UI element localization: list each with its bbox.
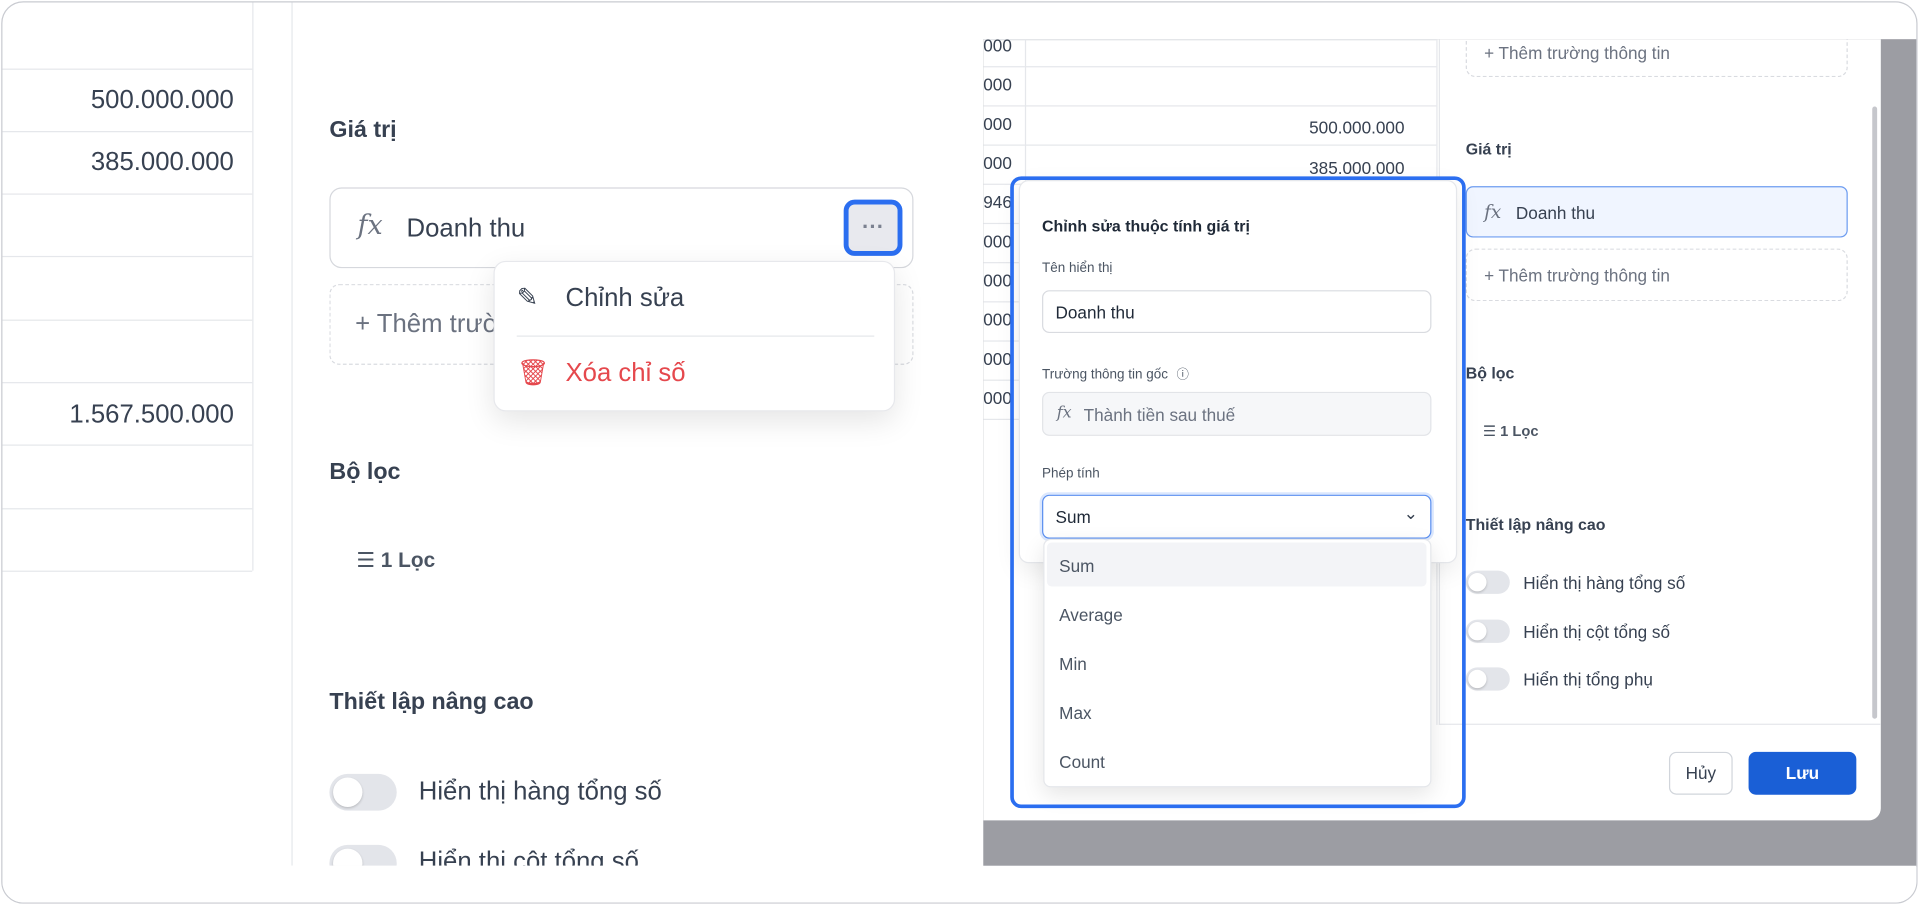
table-cell: 000	[983, 231, 1012, 252]
toggle-total-column[interactable]	[1465, 619, 1510, 643]
add-field-button-top[interactable]: + Thêm trường thông tin	[1465, 39, 1848, 78]
highlight-frame	[1010, 176, 1466, 809]
tutorial-frame: 500.000.000 385.000.000 1.567.500.000 Gi…	[1, 1, 1918, 904]
toggle-total-column-label: Hiển thị cột tổng số	[1523, 622, 1671, 642]
value-field-doanh-thu[interactable]: fx Doanh thu ···	[329, 187, 914, 269]
filter-icon: ☰	[1482, 422, 1497, 440]
table-cell: 000	[983, 388, 1012, 408]
table-cell: 000	[983, 113, 1012, 134]
filter-heading: Bộ lọc	[1465, 363, 1515, 383]
fx-icon: fx	[1484, 200, 1502, 223]
toggle-total-row-label: Hiển thị hàng tổng số	[1523, 573, 1686, 593]
menu-item-delete[interactable]: 🗑 Xóa chỉ số	[517, 359, 686, 388]
table-cell: 500.000.000	[90, 85, 234, 114]
filter-heading: Bộ lọc	[329, 459, 401, 485]
values-heading: Giá trị	[1465, 139, 1512, 158]
pencil-icon: ✎	[516, 284, 539, 313]
cancel-button[interactable]: Hủy	[1668, 751, 1733, 795]
toggle-total-column[interactable]	[329, 844, 397, 866]
trash-icon: 🗑	[516, 358, 550, 387]
toggle-total-row[interactable]	[1465, 570, 1510, 594]
table-cell: 000	[983, 153, 1012, 173]
add-field-button[interactable]: + Thêm trường thông tin	[1465, 248, 1848, 302]
table-cell: 000	[983, 39, 1012, 56]
fx-icon: fx	[357, 210, 383, 242]
save-button[interactable]: Lưu	[1748, 751, 1857, 795]
menu-item-edit[interactable]: ✎ Chỉnh sửa	[517, 283, 685, 314]
toggle-total-row-label: Hiển thị hàng tổng số	[418, 777, 662, 806]
table-cell: 385.000.000	[1309, 157, 1405, 178]
table-cell: 946	[983, 192, 1012, 212]
advanced-heading: Thiết lập nâng cao	[329, 689, 534, 716]
filter-button[interactable]: ☰ 1 Lọc	[1483, 422, 1539, 439]
context-menu: ✎ Chỉnh sửa 🗑 Xóa chỉ số	[493, 260, 896, 412]
table-cell: 1.567.500.000	[69, 400, 234, 429]
filter-button[interactable]: ☰ 1 Lọc	[356, 549, 435, 573]
left-zoom-panel: 500.000.000 385.000.000 1.567.500.000 Gi…	[2, 2, 982, 866]
table-cell: 385.000.000	[90, 148, 234, 177]
table-cell: 000	[983, 309, 1012, 330]
table-cell: 000	[983, 348, 1012, 369]
scrollbar[interactable]	[1872, 106, 1878, 719]
toggle-subtotal[interactable]	[1465, 667, 1510, 691]
toggle-total-column-label: Hiển thị cột tổng số	[418, 847, 639, 866]
more-options-button[interactable]: ···	[843, 199, 903, 256]
values-heading: Giá trị	[329, 117, 397, 144]
value-field-selected[interactable]: fx Doanh thu	[1465, 186, 1848, 238]
toggle-total-row[interactable]	[329, 773, 397, 811]
table-cell: 000	[983, 270, 1012, 291]
value-field-label: Doanh thu	[406, 214, 526, 243]
advanced-heading: Thiết lập nâng cao	[1465, 515, 1606, 534]
table-cell: 000	[983, 74, 1012, 95]
filter-icon: ☰	[356, 548, 376, 572]
table-cell: 500.000.000	[1309, 117, 1405, 138]
toggle-subtotal-label: Hiển thị tổng phụ	[1523, 669, 1653, 690]
